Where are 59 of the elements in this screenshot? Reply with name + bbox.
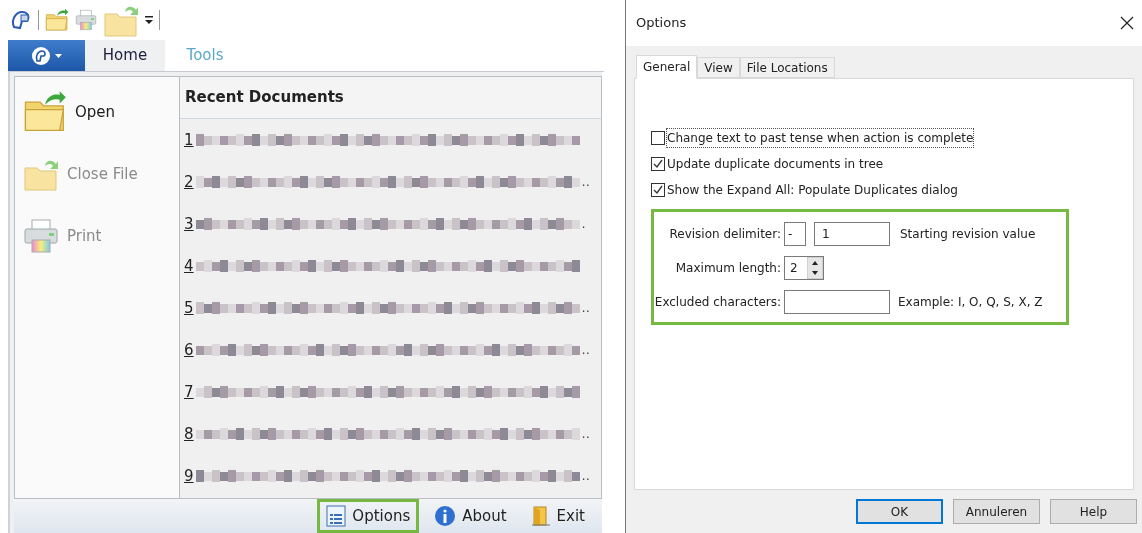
command-label[interactable]: Open: [75, 100, 116, 124]
ellipsis: ..: [581, 173, 590, 192]
section-heading: Recent Documents: [185, 87, 344, 109]
ellipsis: ..: [581, 299, 590, 318]
recent-number[interactable]: 9: [184, 464, 194, 488]
dialog-button[interactable]: Help: [1050, 499, 1137, 524]
spin-arrows-icon[interactable]: [807, 257, 823, 279]
recent-number[interactable]: 6: [184, 338, 194, 362]
caret-icon: [55, 53, 62, 58]
ellipsis: ..: [581, 341, 590, 360]
application-menu-button[interactable]: [8, 40, 85, 71]
excluded-characters-field[interactable]: [784, 290, 890, 314]
dialog-title: Options: [636, 14, 687, 33]
start-value-field[interactable]: 1: [814, 222, 890, 246]
ellipsis: .: [581, 215, 586, 234]
recent-number[interactable]: 5: [184, 296, 194, 320]
checkbox-label[interactable]: Change text to past tense when action is complete: [667, 129, 974, 147]
recent-number[interactable]: 4: [184, 254, 194, 278]
field-hint: Example: I, O, Q, S, X, Z: [898, 294, 1043, 311]
document-icon: [326, 505, 347, 527]
max-length-spinner[interactable]: 2: [784, 256, 824, 280]
checkbox[interactable]: [651, 183, 665, 197]
footer-button[interactable]: Options: [317, 499, 420, 533]
ribbon-tab[interactable]: Home: [85, 40, 165, 71]
printer-icon: [23, 218, 59, 254]
printer-icon: [75, 9, 97, 31]
dialog-tab[interactable]: View: [697, 57, 740, 78]
footer-button[interactable]: About: [425, 499, 516, 533]
recent-number[interactable]: 8: [184, 422, 194, 446]
delimiter-field[interactable]: -: [784, 222, 806, 246]
field-label: Revision delimiter:: [668, 226, 782, 243]
check-icon: [653, 185, 663, 195]
checkbox[interactable]: [651, 157, 665, 171]
door-icon: [530, 505, 551, 527]
dialog-tab[interactable]: General: [636, 55, 698, 79]
open-folder-icon: [45, 8, 69, 32]
checkbox[interactable]: [651, 131, 665, 145]
dialog-button[interactable]: OK: [856, 499, 943, 524]
checkbox-label[interactable]: Update duplicate documents in tree: [667, 155, 884, 173]
field-label: Maximum length:: [674, 260, 782, 277]
ellipsis: ..: [581, 467, 590, 486]
dialog-tab[interactable]: File Locations: [739, 57, 835, 78]
ellipsis: ..: [581, 425, 590, 444]
app-logo-icon: [31, 45, 51, 66]
open-folder-icon: [23, 90, 67, 134]
recent-number[interactable]: 3: [184, 212, 194, 236]
field-label: Starting revision value: [900, 226, 1036, 243]
dropdown-icon[interactable]: [145, 15, 153, 25]
recent-number[interactable]: 1: [184, 128, 194, 152]
field-label: Excluded characters:: [654, 294, 782, 311]
info-icon: [434, 505, 457, 527]
app-logo-icon[interactable]: [10, 9, 32, 31]
check-icon: [653, 159, 663, 169]
close-icon[interactable]: [1120, 16, 1134, 30]
recent-number[interactable]: 7: [184, 380, 194, 404]
recent-number[interactable]: 2: [184, 170, 194, 194]
footer-button[interactable]: Exit: [521, 499, 594, 533]
dialog-button[interactable]: Annuleren: [953, 499, 1040, 524]
checkbox-label[interactable]: Show the Expand All: Populate Duplicates dialog: [667, 181, 958, 199]
